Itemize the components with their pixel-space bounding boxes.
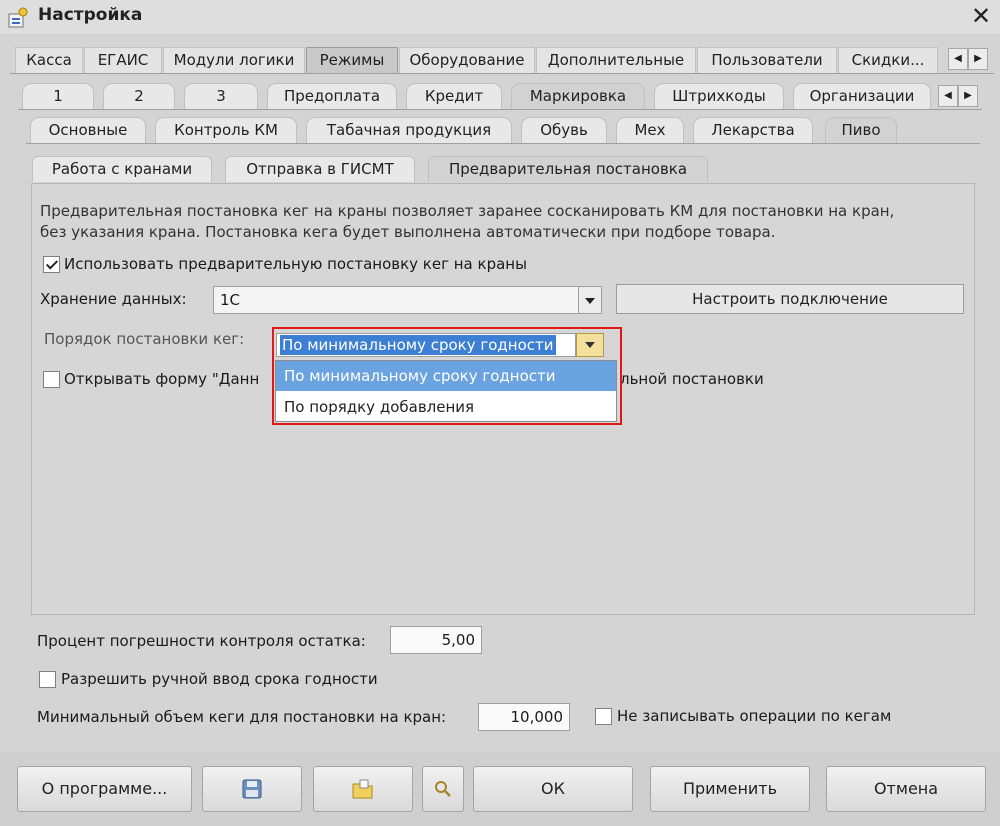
tab-3[interactable]: 3 [184,83,258,109]
scroll-right-icon[interactable]: ▶ [958,85,978,107]
scroll-left-icon[interactable]: ◀ [938,85,958,107]
title-bar: Настройка ✕ [0,0,1000,34]
tab-egais[interactable]: ЕГАИС [84,47,162,73]
settings-app-icon [8,7,28,28]
tab-prepayment[interactable]: Предоплата [267,83,397,109]
search-button[interactable] [422,766,464,812]
cancel-button[interactable]: Отмена [826,766,986,812]
no-keg-ops-label: Не записывать операции по кегам [617,707,892,725]
window-title: Настройка [38,5,143,25]
tab-fur[interactable]: Мех [616,117,684,143]
tabs-row2-scroll: ◀ ▶ [938,85,978,107]
use-precheck-label: Использовать предварительную постановку … [64,255,527,273]
tab-km-control[interactable]: Контроль КМ [155,117,297,143]
tab-gismt-send[interactable]: Отправка в ГИСМТ [225,156,415,182]
tab-shoes[interactable]: Обувь [521,117,607,143]
storage-field[interactable]: 1С [213,286,579,314]
configure-connection-button[interactable]: Настроить подключение [616,284,964,314]
tab-barcodes[interactable]: Штрихкоды [654,83,784,109]
tab-medicines[interactable]: Лекарства [693,117,813,143]
use-precheck-checkbox[interactable] [43,256,60,273]
tab-discounts[interactable]: Скидки... [838,47,938,73]
manual-expiry-checkbox[interactable] [39,671,56,688]
scroll-right-icon[interactable]: ▶ [968,48,988,70]
tabs-row2-baseline [18,109,982,110]
tab-equipment[interactable]: Оборудование [399,47,535,73]
open-file-button[interactable] [313,766,413,812]
order-label: Порядок постановки кег: [44,330,245,348]
open-form-label-start: Открывать форму "Данн [64,370,260,388]
tabs-row1-scroll: ◀ ▶ [948,48,988,70]
apply-button[interactable]: Применить [650,766,810,812]
about-button[interactable]: О программе... [17,766,192,812]
min-volume-field[interactable]: 10,000 [478,703,570,731]
tab-organizations[interactable]: Организации [793,83,931,109]
tab-tobacco[interactable]: Табачная продукция [306,117,512,143]
tab-2[interactable]: 2 [103,83,175,109]
tab-modes[interactable]: Режимы [306,47,398,73]
tabs-row1-baseline [10,73,994,74]
tab-beer[interactable]: Пиво [825,117,897,143]
manual-expiry-label: Разрешить ручной ввод срока годности [61,670,378,688]
floppy-icon [242,779,262,799]
min-volume-label: Минимальный объем кеги для постановки на… [37,708,447,726]
tab-logic-modules[interactable]: Модули логики [163,47,305,73]
percent-field[interactable]: 5,00 [390,626,482,654]
tab-users[interactable]: Пользователи [697,47,837,73]
ok-button[interactable]: ОК [473,766,633,812]
tab-tap-work[interactable]: Работа с кранами [32,156,212,182]
tab-pre-placement[interactable]: Предварительная постановка [428,156,708,182]
percent-label: Процент погрешности контроля остатка: [37,632,366,650]
tab-credit[interactable]: Кредит [406,83,502,109]
scroll-left-icon[interactable]: ◀ [948,48,968,70]
open-form-checkbox[interactable] [43,371,60,388]
tabs-row3-baseline [26,143,980,144]
storage-dropdown-button[interactable] [578,286,602,314]
no-keg-ops-checkbox[interactable] [595,708,612,725]
highlight-frame [272,327,622,425]
open-form-label-end: льной постановки [620,370,764,388]
tab-kassa[interactable]: Касса [15,47,83,73]
save-button[interactable] [202,766,302,812]
description-line-2: без указания крана. Постановка кега буде… [40,223,776,241]
folder-open-icon [352,779,373,799]
tab-additional[interactable]: Дополнительные [536,47,696,73]
tab-1[interactable]: 1 [22,83,94,109]
description-line-1: Предварительная постановка кег на краны … [40,202,895,220]
close-icon[interactable]: ✕ [966,2,996,30]
search-icon [435,781,451,797]
storage-label: Хранение данных: [40,290,187,308]
tab-main[interactable]: Основные [30,117,146,143]
tab-marking[interactable]: Маркировка [511,83,645,109]
